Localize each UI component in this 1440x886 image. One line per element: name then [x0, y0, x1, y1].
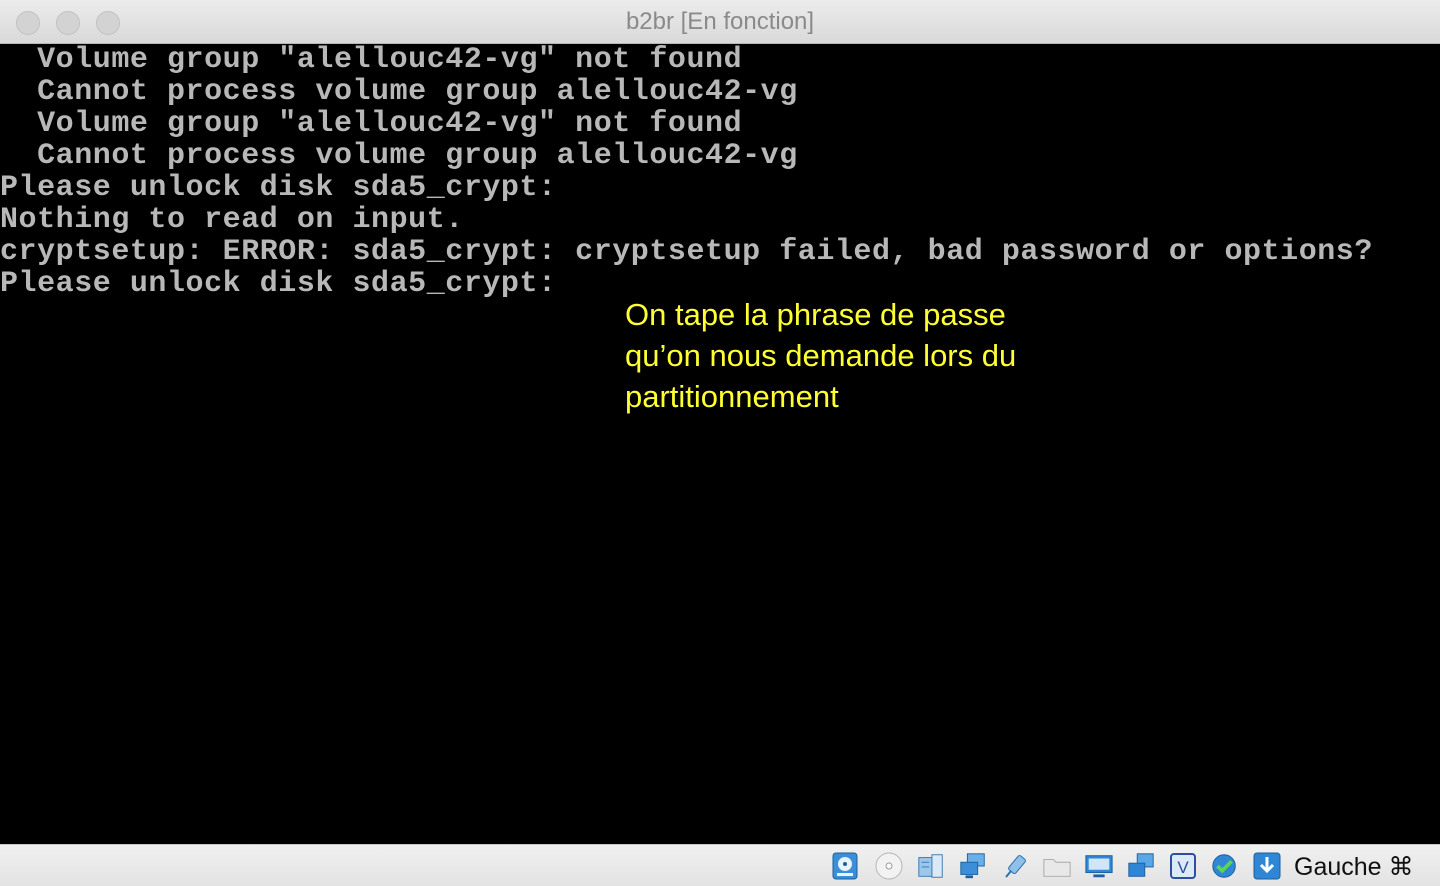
audio-icon[interactable]: [916, 851, 946, 881]
annotation-note: On tape la phrase de passe qu’on nous de…: [625, 294, 1145, 417]
virtualization-icon[interactable]: V: [1168, 851, 1198, 881]
hard-disk-icon[interactable]: [830, 851, 860, 881]
guest-additions-icon[interactable]: [1210, 851, 1240, 881]
optical-drive-icon[interactable]: [874, 851, 904, 881]
window-titlebar[interactable]: b2br [En fonction]: [0, 0, 1440, 44]
console-line: cryptsetup: ERROR: sda5_crypt: cryptsetu…: [0, 235, 1373, 269]
window-title: b2br [En fonction]: [625, 8, 815, 35]
vm-statusbar: V Gauche ⌘: [0, 844, 1440, 886]
console-line: Volume group "alellouc42-vg" not found: [0, 107, 743, 141]
console-line: Please unlock disk sda5_crypt:: [0, 267, 557, 301]
annotation-line: On tape la phrase de passe: [625, 297, 1006, 332]
usb-icon[interactable]: [1000, 851, 1030, 881]
console-line: Nothing to read on input.: [0, 203, 464, 237]
host-key-label: Gauche ⌘: [1294, 853, 1414, 881]
shared-folder-icon[interactable]: [1042, 851, 1072, 881]
network-icon[interactable]: [958, 851, 988, 881]
annotation-line: qu’on nous demande lors du: [625, 338, 1017, 373]
display-icon[interactable]: [1084, 851, 1114, 881]
annotation-line: partitionnement: [625, 379, 839, 414]
download-icon[interactable]: [1252, 851, 1282, 881]
console-line: Volume group "alellouc42-vg" not found: [0, 44, 743, 77]
network-activity-icon[interactable]: [1126, 851, 1156, 881]
console-line: Cannot process volume group alellouc42-v…: [0, 139, 798, 173]
console-line: Cannot process volume group alellouc42-v…: [0, 75, 798, 109]
console-line: Please unlock disk sda5_crypt:: [0, 171, 557, 205]
svg-text:V: V: [1177, 858, 1189, 877]
vm-console-screen[interactable]: Volume group "alellouc42-vg" not found C…: [0, 44, 1440, 844]
